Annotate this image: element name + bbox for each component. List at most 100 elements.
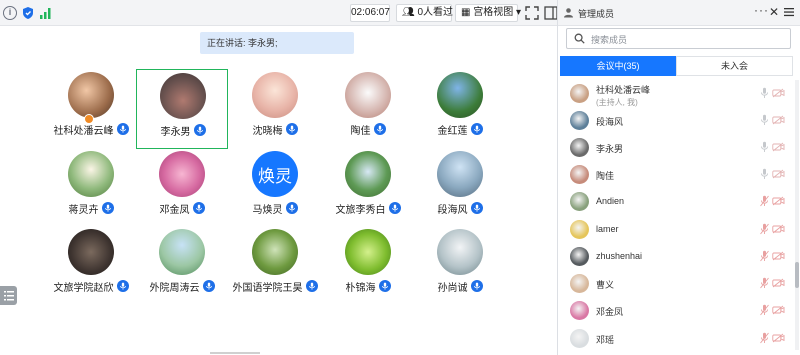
shield-icon[interactable] xyxy=(21,6,35,20)
mic-muted-icon[interactable] xyxy=(760,223,769,235)
member-row[interactable]: 李永男 xyxy=(558,134,793,161)
member-row[interactable]: 曹义 xyxy=(558,270,793,297)
mic-muted-icon[interactable] xyxy=(760,304,769,316)
mic-icon[interactable] xyxy=(760,141,769,153)
member-row[interactable]: 段海风 xyxy=(558,107,793,134)
mic-icon[interactable] xyxy=(760,168,769,180)
mic-icon[interactable] xyxy=(760,87,769,99)
mic-muted-icon[interactable] xyxy=(760,332,769,344)
video-tile[interactable]: 孙尚诚 xyxy=(414,226,506,306)
mic-icon[interactable] xyxy=(760,114,769,126)
scrollbar-thumb[interactable] xyxy=(795,262,799,288)
member-row[interactable]: 陶佳 xyxy=(558,161,793,188)
participant-avatar xyxy=(345,151,391,197)
participant-name: 外国语学院王昊 xyxy=(232,282,303,294)
member-name: 曹义 xyxy=(596,280,615,290)
search-placeholder: 搜索成员 xyxy=(591,35,628,45)
video-tile[interactable]: 外院周涛云 xyxy=(136,226,228,306)
member-panel-title: 管理成员 xyxy=(578,9,615,19)
video-tile[interactable]: 沈晓梅 xyxy=(229,69,321,149)
video-tile[interactable]: 朴锦海 xyxy=(322,226,414,306)
video-tile[interactable]: 文旅李秀白 xyxy=(322,148,414,228)
member-row[interactable]: lamer xyxy=(558,216,793,243)
microphone-icon[interactable] xyxy=(470,202,483,214)
watch-count-button[interactable]: 👥︎ 0人看过 xyxy=(396,4,454,22)
participant-avatar xyxy=(437,72,483,118)
member-panel: 管理成员 ··· ✕ 搜索成员 会议中(35) 未入会 社科处潘云峰 (主持人, … xyxy=(558,0,800,355)
video-tile[interactable]: 外国语学院王昊 xyxy=(229,226,321,306)
participant-avatar xyxy=(159,151,205,197)
microphone-icon[interactable] xyxy=(470,123,483,135)
people-icon: 👥︎ xyxy=(402,7,415,18)
camera-off-icon[interactable] xyxy=(772,169,785,179)
camera-off-icon[interactable] xyxy=(772,305,785,315)
participant-avatar xyxy=(159,229,205,275)
microphone-icon[interactable] xyxy=(193,124,206,136)
member-name: lamer xyxy=(596,224,619,234)
microphone-icon[interactable] xyxy=(285,123,298,135)
mic-muted-icon[interactable] xyxy=(760,250,769,262)
mic-muted-icon[interactable] xyxy=(760,195,769,207)
member-name: 陶佳 xyxy=(596,171,615,181)
participant-name-row: 段海风 xyxy=(394,200,526,216)
video-tile[interactable]: 李永男 xyxy=(136,69,228,149)
camera-off-icon[interactable] xyxy=(772,88,785,98)
member-row[interactable]: 邓瑶 xyxy=(558,325,793,352)
microphone-icon[interactable] xyxy=(285,202,298,214)
participant-name: 朴锦海 xyxy=(345,282,376,294)
member-list-scrollbar[interactable] xyxy=(795,80,799,350)
close-icon[interactable]: ✕ xyxy=(769,5,779,19)
bottom-divider xyxy=(210,352,260,354)
member-avatar xyxy=(570,329,589,348)
member-row[interactable]: 邓金凤 xyxy=(558,297,793,324)
more-icon[interactable]: ··· xyxy=(754,3,769,17)
member-row[interactable]: zhushenhai xyxy=(558,243,793,270)
microphone-icon[interactable] xyxy=(101,202,114,214)
microphone-icon[interactable] xyxy=(192,202,205,214)
member-row[interactable]: Andien xyxy=(558,188,793,215)
video-tile[interactable]: 邓金凤 xyxy=(136,148,228,228)
participant-avatar xyxy=(345,229,391,275)
info-icon[interactable]: i xyxy=(3,6,17,20)
camera-off-icon[interactable] xyxy=(772,142,785,152)
meeting-toolbar: i 02:06:07 👥︎ 0人看过 ▦ 宫格视图 ▾ xyxy=(0,0,558,26)
menu-icon[interactable] xyxy=(783,6,795,18)
video-tile[interactable]: 段海风 xyxy=(414,148,506,228)
video-tile[interactable]: 陶佳 xyxy=(322,69,414,149)
user-icon xyxy=(564,8,573,18)
camera-off-icon[interactable] xyxy=(772,115,785,125)
camera-off-icon[interactable] xyxy=(772,224,785,234)
video-tile[interactable]: 金红莲 xyxy=(414,69,506,149)
tab-in-meeting[interactable]: 会议中(35) xyxy=(560,56,676,76)
member-avatar xyxy=(570,247,589,266)
microphone-icon[interactable] xyxy=(378,280,391,292)
fullscreen-icon[interactable] xyxy=(524,5,540,21)
speaking-indicator: 正在讲话: 李永男; xyxy=(200,32,354,54)
camera-off-icon[interactable] xyxy=(772,333,785,343)
member-avatar xyxy=(570,301,589,320)
video-tile[interactable]: 蒋灵卉 xyxy=(45,148,137,228)
member-name: Andien xyxy=(596,196,625,206)
member-name: 邓瑶 xyxy=(596,335,615,345)
camera-off-icon[interactable] xyxy=(772,278,785,288)
video-tile[interactable]: 文旅学院赵欣 xyxy=(45,226,137,306)
view-mode-dropdown[interactable]: ▦ 宫格视图 ▾ xyxy=(455,4,521,22)
participant-name: 马焕灵 xyxy=(252,204,283,216)
tab-not-joined[interactable]: 未入会 xyxy=(676,56,793,76)
video-tile[interactable]: 焕灵 马焕灵 xyxy=(229,148,321,228)
participant-avatar xyxy=(437,151,483,197)
watch-count-label: 0人看过 xyxy=(417,7,454,18)
microphone-icon[interactable] xyxy=(373,123,386,135)
camera-off-icon[interactable] xyxy=(772,251,785,261)
participant-avatar xyxy=(252,72,298,118)
participant-list-toggle[interactable] xyxy=(0,286,17,305)
member-search-input[interactable]: 搜索成员 xyxy=(566,28,791,49)
member-avatar xyxy=(570,192,589,211)
camera-off-icon[interactable] xyxy=(772,196,785,206)
mic-muted-icon[interactable] xyxy=(760,277,769,289)
member-avatar xyxy=(570,274,589,293)
microphone-icon[interactable] xyxy=(470,280,483,292)
signal-icon[interactable] xyxy=(39,6,53,20)
participant-name: 陶佳 xyxy=(350,125,371,137)
member-row[interactable]: 社科处潘云峰 (主持人, 我) xyxy=(558,80,793,107)
